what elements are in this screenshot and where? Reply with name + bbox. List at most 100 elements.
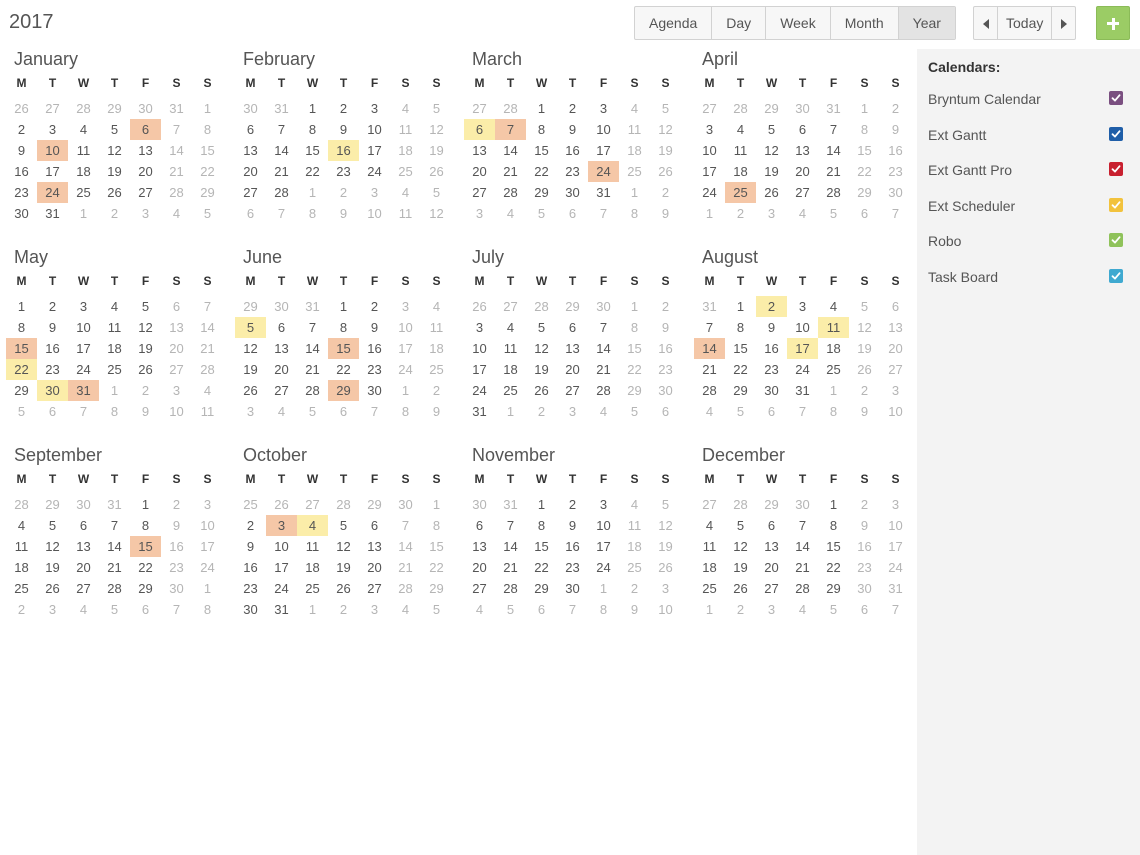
day-cell[interactable]: 10 (390, 317, 421, 338)
day-cell[interactable]: 4 (588, 401, 619, 422)
day-cell[interactable]: 11 (390, 119, 421, 140)
day-cell[interactable]: 20 (359, 557, 390, 578)
day-cell[interactable]: 30 (266, 296, 297, 317)
day-cell[interactable]: 1 (619, 182, 650, 203)
day-cell[interactable]: 21 (694, 359, 725, 380)
day-cell[interactable]: 11 (619, 119, 650, 140)
day-cell[interactable]: 20 (756, 557, 787, 578)
day-cell[interactable]: 7 (557, 599, 588, 620)
day-cell[interactable]: 27 (161, 359, 192, 380)
day-cell[interactable]: 9 (328, 203, 359, 224)
day-cell[interactable]: 29 (756, 98, 787, 119)
calendar-item[interactable]: Ext Gantt (917, 125, 1140, 161)
day-cell[interactable]: 28 (495, 98, 526, 119)
day-cell[interactable]: 1 (849, 98, 880, 119)
day-cell[interactable]: 25 (694, 578, 725, 599)
day-cell[interactable]: 31 (68, 380, 99, 401)
day-cell[interactable]: 7 (359, 401, 390, 422)
day-cell[interactable]: 30 (557, 182, 588, 203)
day-cell[interactable]: 15 (130, 536, 161, 557)
day-cell[interactable]: 14 (297, 338, 328, 359)
day-cell[interactable]: 23 (359, 359, 390, 380)
day-cell[interactable]: 11 (192, 401, 223, 422)
day-cell[interactable]: 29 (328, 380, 359, 401)
month-title[interactable]: November (464, 444, 684, 466)
day-cell[interactable]: 30 (390, 494, 421, 515)
day-cell[interactable]: 11 (818, 317, 849, 338)
day-cell[interactable]: 20 (880, 338, 911, 359)
day-cell[interactable]: 10 (880, 515, 911, 536)
day-cell[interactable]: 31 (495, 494, 526, 515)
day-cell[interactable]: 5 (297, 401, 328, 422)
day-cell[interactable]: 5 (99, 119, 130, 140)
day-cell[interactable]: 26 (328, 578, 359, 599)
day-cell[interactable]: 12 (725, 536, 756, 557)
day-cell[interactable]: 22 (421, 557, 452, 578)
day-cell[interactable]: 12 (37, 536, 68, 557)
day-cell[interactable]: 4 (266, 401, 297, 422)
day-cell[interactable]: 8 (390, 401, 421, 422)
day-cell[interactable]: 7 (880, 203, 911, 224)
day-cell[interactable]: 10 (192, 515, 223, 536)
day-cell[interactable]: 2 (235, 515, 266, 536)
day-cell[interactable]: 31 (787, 380, 818, 401)
day-cell[interactable]: 8 (297, 203, 328, 224)
day-cell[interactable]: 4 (787, 599, 818, 620)
day-cell[interactable]: 30 (68, 494, 99, 515)
day-cell[interactable]: 14 (266, 140, 297, 161)
day-cell[interactable]: 12 (235, 338, 266, 359)
day-cell[interactable]: 6 (130, 599, 161, 620)
day-cell[interactable]: 3 (266, 515, 297, 536)
day-cell[interactable]: 13 (756, 536, 787, 557)
day-cell[interactable]: 28 (818, 182, 849, 203)
day-cell[interactable]: 27 (68, 578, 99, 599)
day-cell[interactable]: 4 (161, 203, 192, 224)
day-cell[interactable]: 2 (526, 401, 557, 422)
day-cell[interactable]: 19 (37, 557, 68, 578)
day-cell[interactable]: 1 (6, 296, 37, 317)
day-cell[interactable]: 1 (818, 494, 849, 515)
day-cell[interactable]: 31 (588, 182, 619, 203)
day-cell[interactable]: 4 (390, 599, 421, 620)
day-cell[interactable]: 10 (68, 317, 99, 338)
day-cell[interactable]: 2 (359, 296, 390, 317)
day-cell[interactable]: 8 (99, 401, 130, 422)
day-cell[interactable]: 31 (266, 98, 297, 119)
day-cell[interactable]: 12 (328, 536, 359, 557)
day-cell[interactable]: 6 (526, 599, 557, 620)
day-cell[interactable]: 18 (694, 557, 725, 578)
day-cell[interactable]: 20 (464, 161, 495, 182)
day-cell[interactable]: 13 (464, 536, 495, 557)
day-cell[interactable]: 1 (297, 98, 328, 119)
day-cell[interactable]: 27 (756, 578, 787, 599)
day-cell[interactable]: 18 (421, 338, 452, 359)
day-cell[interactable]: 8 (192, 599, 223, 620)
day-cell[interactable]: 7 (787, 515, 818, 536)
day-cell[interactable]: 15 (192, 140, 223, 161)
calendar-item[interactable]: Robo (917, 231, 1140, 267)
day-cell[interactable]: 7 (297, 317, 328, 338)
day-cell[interactable]: 11 (390, 203, 421, 224)
day-cell[interactable]: 18 (297, 557, 328, 578)
day-cell[interactable]: 6 (464, 119, 495, 140)
day-cell[interactable]: 11 (297, 536, 328, 557)
day-cell[interactable]: 9 (650, 203, 681, 224)
day-cell[interactable]: 28 (266, 182, 297, 203)
day-cell[interactable]: 15 (297, 140, 328, 161)
day-cell[interactable]: 1 (130, 494, 161, 515)
day-cell[interactable]: 1 (694, 599, 725, 620)
day-cell[interactable]: 7 (192, 296, 223, 317)
day-cell[interactable]: 15 (849, 140, 880, 161)
day-cell[interactable]: 31 (880, 578, 911, 599)
day-cell[interactable]: 15 (526, 536, 557, 557)
day-cell[interactable]: 30 (161, 578, 192, 599)
calendar-checkbox[interactable] (1109, 233, 1123, 248)
day-cell[interactable]: 10 (359, 203, 390, 224)
day-cell[interactable]: 7 (495, 119, 526, 140)
day-cell[interactable]: 11 (6, 536, 37, 557)
day-cell[interactable]: 17 (68, 338, 99, 359)
day-cell[interactable]: 16 (557, 536, 588, 557)
day-cell[interactable]: 30 (37, 380, 68, 401)
day-cell[interactable]: 20 (787, 161, 818, 182)
day-cell[interactable]: 18 (725, 161, 756, 182)
